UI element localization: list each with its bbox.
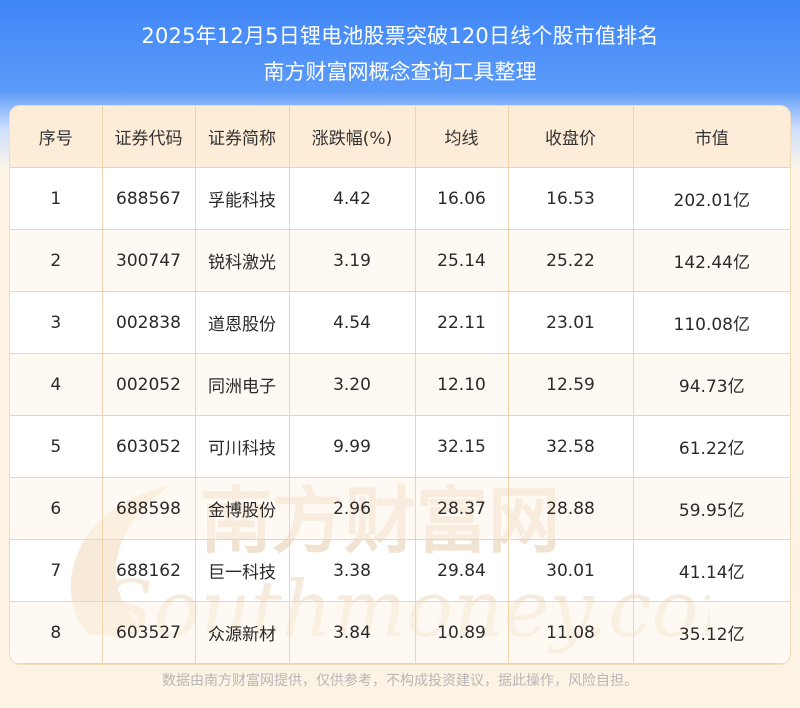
disclaimer-footer: 数据由南方财富网提供，仅供参考，不构成投资建议，据此操作，风险自担。 <box>162 673 638 689</box>
cell-change: 3.38 <box>289 539 416 602</box>
table-row: 7 688162 巨一科技 3.38 29.84 30.01 41.14亿 <box>10 539 790 602</box>
cell-index: 4 <box>10 353 103 416</box>
cell-ma: 22.11 <box>415 291 509 354</box>
table-row: 3 002838 道恩股份 4.54 22.11 23.01 110.08亿 <box>10 291 790 354</box>
cell-name: 可川科技 <box>195 415 290 478</box>
cell-code: 603527 <box>102 601 196 664</box>
cell-ma: 25.14 <box>415 229 509 292</box>
col-header-name: 证券简称 <box>195 106 290 168</box>
cell-mktcap: 94.73亿 <box>633 353 790 416</box>
cell-index: 5 <box>10 415 103 478</box>
cell-mktcap: 61.22亿 <box>633 415 790 478</box>
cell-close: 25.22 <box>508 229 634 292</box>
stock-table: 序号 证券代码 证券简称 涨跌幅(%) 均线 收盘价 市值 1 688567 孚… <box>10 106 790 664</box>
table-row: 5 603052 可川科技 9.99 32.15 32.58 61.22亿 <box>10 415 790 478</box>
cell-code: 603052 <box>102 415 196 478</box>
cell-code: 688162 <box>102 539 196 602</box>
cell-name: 道恩股份 <box>195 291 290 354</box>
cell-name: 锐科激光 <box>195 229 290 292</box>
cell-mktcap: 59.95亿 <box>633 477 790 540</box>
page-title: 2025年12月5日锂电池股票突破120日线个股市值排名 <box>141 24 659 48</box>
cell-ma: 28.37 <box>415 477 509 540</box>
table-row: 1 688567 孚能科技 4.42 16.06 16.53 202.01亿 <box>10 167 790 230</box>
cell-code: 002052 <box>102 353 196 416</box>
table-header-row: 序号 证券代码 证券简称 涨跌幅(%) 均线 收盘价 市值 <box>10 106 790 168</box>
cell-mktcap: 110.08亿 <box>633 291 790 354</box>
cell-index: 2 <box>10 229 103 292</box>
cell-ma: 29.84 <box>415 539 509 602</box>
cell-change: 3.20 <box>289 353 416 416</box>
cell-ma: 10.89 <box>415 601 509 664</box>
cell-close: 11.08 <box>508 601 634 664</box>
cell-change: 4.42 <box>289 167 416 230</box>
cell-close: 12.59 <box>508 353 634 416</box>
cell-index: 7 <box>10 539 103 602</box>
cell-code: 688567 <box>102 167 196 230</box>
cell-change: 3.19 <box>289 229 416 292</box>
table-card: 南方财富网 Southmoney.com 序号 证券代码 证券简称 涨跌幅(%)… <box>10 106 790 664</box>
cell-mktcap: 202.01亿 <box>633 167 790 230</box>
cell-mktcap: 41.14亿 <box>633 539 790 602</box>
col-header-ma: 均线 <box>415 106 509 168</box>
col-header-index: 序号 <box>10 106 103 168</box>
col-header-code: 证券代码 <box>102 106 196 168</box>
cell-close: 23.01 <box>508 291 634 354</box>
cell-ma: 16.06 <box>415 167 509 230</box>
cell-code: 688598 <box>102 477 196 540</box>
cell-change: 4.54 <box>289 291 416 354</box>
cell-code: 002838 <box>102 291 196 354</box>
cell-change: 2.96 <box>289 477 416 540</box>
cell-ma: 12.10 <box>415 353 509 416</box>
cell-index: 1 <box>10 167 103 230</box>
cell-index: 3 <box>10 291 103 354</box>
cell-index: 8 <box>10 601 103 664</box>
table-row: 4 002052 同洲电子 3.20 12.10 12.59 94.73亿 <box>10 353 790 416</box>
cell-mktcap: 35.12亿 <box>633 601 790 664</box>
table-row: 6 688598 金博股份 2.96 28.37 28.88 59.95亿 <box>10 477 790 540</box>
col-header-mktcap: 市值 <box>633 106 790 168</box>
page-header: 2025年12月5日锂电池股票突破120日线个股市值排名 南方财富网概念查询工具… <box>0 0 800 110</box>
table-row: 2 300747 锐科激光 3.19 25.14 25.22 142.44亿 <box>10 229 790 292</box>
cell-close: 32.58 <box>508 415 634 478</box>
cell-close: 30.01 <box>508 539 634 602</box>
cell-name: 同洲电子 <box>195 353 290 416</box>
table-row: 8 603527 众源新材 3.84 10.89 11.08 35.12亿 <box>10 601 790 664</box>
cell-name: 巨一科技 <box>195 539 290 602</box>
col-header-change: 涨跌幅(%) <box>289 106 416 168</box>
cell-change: 3.84 <box>289 601 416 664</box>
cell-close: 16.53 <box>508 167 634 230</box>
cell-name: 金博股份 <box>195 477 290 540</box>
cell-close: 28.88 <box>508 477 634 540</box>
cell-name: 孚能科技 <box>195 167 290 230</box>
cell-name: 众源新材 <box>195 601 290 664</box>
cell-mktcap: 142.44亿 <box>633 229 790 292</box>
page-subtitle: 南方财富网概念查询工具整理 <box>263 60 537 84</box>
cell-ma: 32.15 <box>415 415 509 478</box>
cell-index: 6 <box>10 477 103 540</box>
cell-code: 300747 <box>102 229 196 292</box>
col-header-close: 收盘价 <box>508 106 634 168</box>
cell-change: 9.99 <box>289 415 416 478</box>
